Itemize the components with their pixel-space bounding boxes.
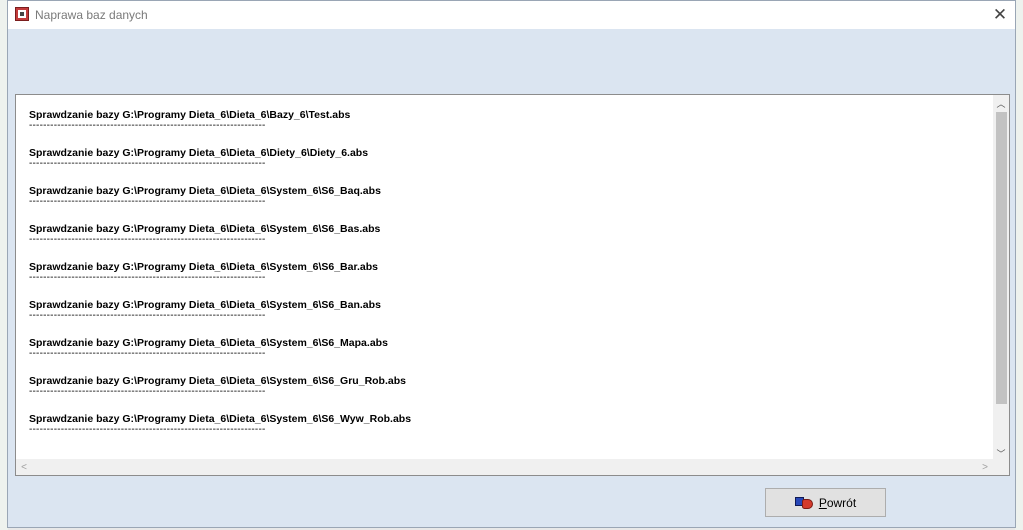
log-separator: ----------------------------------------… xyxy=(29,272,266,283)
log-entry: Sprawdzanie bazy G:\Programy Dieta_6\Die… xyxy=(29,336,979,374)
horizontal-scrollbar[interactable]: < > xyxy=(16,459,993,475)
log-separator: ----------------------------------------… xyxy=(29,386,266,397)
log-entry: Sprawdzanie bazy G:\Programy Dieta_6\Die… xyxy=(29,298,979,336)
scrollbar-corner xyxy=(993,459,1009,475)
return-button-label: Powrót xyxy=(818,495,857,510)
log-entry: Sprawdzanie bazy G:\Programy Dieta_6\Die… xyxy=(29,184,979,222)
log-entry: Sprawdzanie bazy G:\Programy Dieta_6\Die… xyxy=(29,412,979,450)
log-separator: ----------------------------------------… xyxy=(29,234,266,245)
desktop-backdrop-right xyxy=(1015,0,1023,530)
vertical-scrollbar[interactable]: ︿ ﹀ xyxy=(993,95,1009,461)
scroll-right-icon[interactable]: > xyxy=(977,459,993,475)
log-separator: ----------------------------------------… xyxy=(29,158,266,169)
log-separator: ----------------------------------------… xyxy=(29,424,266,435)
return-button[interactable]: Powrót xyxy=(765,488,886,517)
return-hand-icon xyxy=(794,495,815,511)
scroll-left-icon[interactable]: < xyxy=(16,459,32,475)
log-lines: Sprawdzanie bazy G:\Programy Dieta_6\Die… xyxy=(29,108,979,450)
log-text-area[interactable]: Sprawdzanie bazy G:\Programy Dieta_6\Die… xyxy=(15,94,1010,476)
close-button[interactable]: ✕ xyxy=(985,1,1015,29)
log-separator: ----------------------------------------… xyxy=(29,120,266,131)
app-icon xyxy=(15,7,29,21)
scrollbar-thumb[interactable] xyxy=(996,112,1007,404)
log-entry: Sprawdzanie bazy G:\Programy Dieta_6\Die… xyxy=(29,374,979,412)
log-entry: Sprawdzanie bazy G:\Programy Dieta_6\Die… xyxy=(29,108,979,146)
scroll-up-icon[interactable]: ︿ xyxy=(993,95,1009,111)
log-separator: ----------------------------------------… xyxy=(29,196,266,207)
log-entry: Sprawdzanie bazy G:\Programy Dieta_6\Die… xyxy=(29,146,979,184)
log-separator: ----------------------------------------… xyxy=(29,348,266,359)
log-entry: Sprawdzanie bazy G:\Programy Dieta_6\Die… xyxy=(29,222,979,260)
log-separator: ----------------------------------------… xyxy=(29,310,266,321)
window-title: Naprawa baz danych xyxy=(35,8,148,22)
repair-database-dialog: Naprawa baz danych ✕ Sprawdzanie bazy G:… xyxy=(7,0,1016,528)
title-bar[interactable]: Naprawa baz danych ✕ xyxy=(8,1,1015,29)
log-entry: Sprawdzanie bazy G:\Programy Dieta_6\Die… xyxy=(29,260,979,298)
